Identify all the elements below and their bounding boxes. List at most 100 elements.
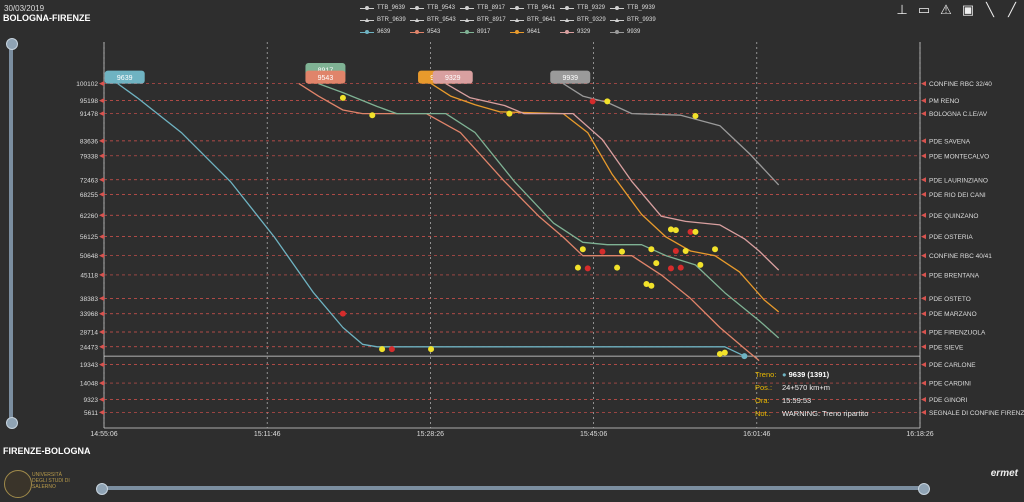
station-name-label[interactable]: PDE QUINZANO (929, 213, 978, 220)
station-marker-left-icon (99, 362, 104, 368)
event-marker[interactable] (672, 247, 679, 254)
event-marker[interactable] (648, 282, 655, 289)
event-marker[interactable] (716, 351, 723, 357)
station-marker-right-icon (921, 234, 926, 240)
station-name-label[interactable]: PDE CARDINI (929, 381, 971, 388)
y-tick-label: 79338 (80, 153, 98, 160)
event-marker[interactable] (339, 310, 346, 317)
event-marker[interactable] (692, 228, 699, 235)
y-tick-label: 68255 (80, 192, 98, 199)
station-marker-right-icon (921, 380, 926, 386)
event-marker[interactable] (672, 227, 679, 234)
x-tick-label: 15:45:06 (580, 431, 607, 438)
y-tick-label: 95198 (80, 98, 98, 105)
station-marker-right-icon (921, 409, 926, 415)
y-tick-label: 50648 (80, 253, 98, 260)
station-name-label[interactable]: PDE GINORI (929, 397, 967, 404)
event-marker[interactable] (614, 264, 621, 271)
x-tick-label: 16:01:46 (743, 431, 770, 438)
station-name-label[interactable]: BOLOGNA C.LE/AV (929, 111, 988, 118)
station-name-label[interactable]: PDE LAURINZIANO (929, 177, 988, 184)
university-logo-text: UNIVERSITÀ DEGLI STUDI DI SALERNO (32, 472, 70, 490)
station-name-label[interactable]: PDE MARZANO (929, 311, 977, 318)
station-marker-left-icon (99, 409, 104, 415)
station-name-label[interactable]: PDE OSTETO (929, 296, 971, 303)
event-marker[interactable] (428, 346, 435, 353)
train-tag-label: 9329 (445, 75, 461, 82)
station-name-label[interactable]: PDE FIRENZUOLA (929, 330, 986, 337)
event-marker[interactable] (369, 112, 376, 119)
event-marker[interactable] (584, 265, 591, 272)
event-marker[interactable] (506, 110, 513, 117)
station-marker-right-icon (921, 81, 926, 87)
event-marker[interactable] (379, 346, 386, 353)
station-marker-right-icon (921, 329, 926, 335)
station-marker-left-icon (99, 138, 104, 144)
brand-logo: ermet (990, 468, 1018, 479)
event-marker[interactable] (604, 98, 611, 105)
station-name-label[interactable]: PDE CARLONE (929, 362, 976, 369)
station-marker-right-icon (921, 153, 926, 159)
train-graph-chart[interactable]: 14:55:06 15:11:46 15:28:26 15:45:06 16:01:46… (0, 0, 1024, 502)
event-marker[interactable] (339, 94, 346, 101)
station-marker-left-icon (99, 380, 104, 386)
tooltip-pos-label: Pos.: (755, 383, 773, 392)
event-marker[interactable] (618, 248, 625, 255)
event-marker[interactable] (667, 265, 674, 272)
event-marker[interactable] (574, 264, 581, 271)
event-marker[interactable] (653, 260, 660, 267)
tooltip-train-value: 9639 (1391) (788, 370, 830, 379)
station-name-label[interactable]: PDE SAVENA (929, 138, 971, 145)
event-marker[interactable] (741, 353, 748, 360)
event-marker[interactable] (599, 248, 606, 255)
station-marker-left-icon (99, 177, 104, 183)
event-marker[interactable] (682, 247, 689, 254)
station-marker-right-icon (921, 295, 926, 301)
train-path-9639[interactable] (117, 83, 745, 357)
station-name-label[interactable]: PDE BRENTANA (929, 272, 980, 279)
station-name-label[interactable]: CONFINE RBC 40/41 (929, 253, 992, 260)
y-tick-label: 19343 (80, 362, 98, 369)
station-marker-left-icon (99, 234, 104, 240)
station-marker-right-icon (921, 177, 926, 183)
event-marker[interactable] (589, 98, 596, 105)
tooltip-note-value: WARNING: Treno ripartito (782, 409, 869, 418)
station-name-label[interactable]: PDE SIEVE (929, 344, 964, 351)
y-tick-label: 14048 (80, 381, 98, 388)
event-marker[interactable] (692, 112, 699, 119)
event-marker[interactable] (388, 346, 395, 353)
train-path-8917[interactable] (318, 82, 780, 339)
station-name-label[interactable]: PDE OSTERIA (929, 234, 973, 241)
event-marker[interactable] (677, 264, 684, 271)
station-name-label[interactable]: CONFINE RBC 32/40 (929, 81, 992, 88)
event-marker[interactable] (579, 246, 586, 253)
event-marker[interactable] (712, 246, 719, 253)
station-name-label[interactable]: PDE RIO DEI CANI (929, 192, 986, 199)
train-path-9329[interactable] (445, 83, 780, 271)
station-marker-right-icon (921, 311, 926, 317)
station-marker-right-icon (921, 344, 926, 350)
train-path-9641[interactable] (430, 83, 780, 313)
tooltip-note-label: Not.: (755, 409, 771, 418)
train-tag-label: 9543 (318, 75, 334, 82)
y-tick-label: 28714 (80, 330, 98, 337)
station-marker-left-icon (99, 98, 104, 104)
y-tick-label: 5611 (84, 410, 98, 417)
station-name-label[interactable]: PDE MONTECALVO (929, 153, 989, 160)
tooltip-train-label: Treno: (755, 370, 777, 379)
event-marker[interactable] (648, 246, 655, 253)
y-tick-label: 33968 (80, 311, 98, 318)
station-name-label[interactable]: SEGNALE DI CONFINE FIRENZE C (929, 410, 1024, 417)
y-tick-label: 91478 (80, 111, 98, 118)
station-marker-left-icon (99, 311, 104, 317)
station-marker-left-icon (99, 191, 104, 197)
tooltip-time-label: Ora: (755, 396, 770, 405)
train-tooltip: Treno: ● 9639 (1391) Pos.: 24+570 km+m Ora… (755, 368, 868, 420)
station-marker-left-icon (99, 397, 104, 403)
y-tick-label: 72463 (80, 177, 98, 184)
train-tag-label: 9939 (562, 75, 578, 82)
station-name-label[interactable]: PM RENO (929, 98, 959, 105)
y-tick-label: 24473 (80, 344, 98, 351)
x-tick-label: 14:55:06 (90, 431, 117, 438)
event-marker[interactable] (697, 261, 704, 268)
